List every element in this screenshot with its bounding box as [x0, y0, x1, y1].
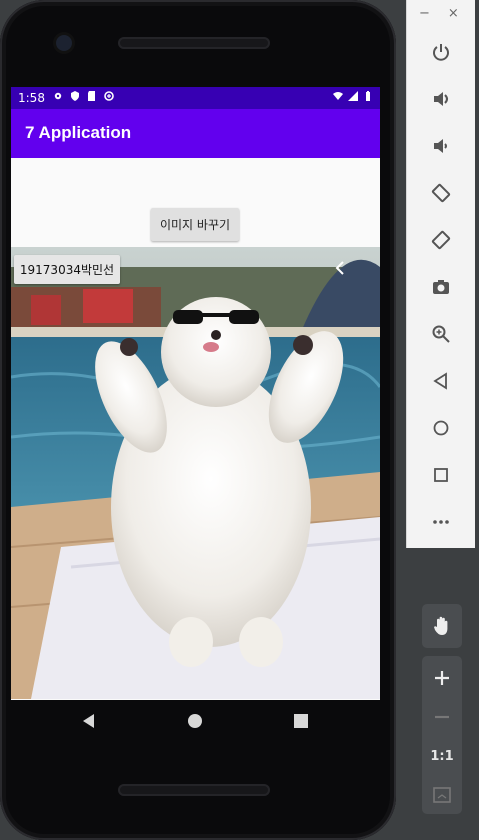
more-icon[interactable] — [427, 508, 455, 536]
minimize-icon[interactable]: − — [419, 6, 430, 21]
hand-icon[interactable] — [422, 606, 462, 646]
fit-screen-icon[interactable] — [422, 775, 462, 815]
zoom-icon[interactable] — [427, 320, 455, 348]
rotate-left-icon[interactable] — [427, 179, 455, 207]
front-camera — [56, 35, 72, 51]
zoom-out-icon[interactable] — [422, 697, 462, 737]
home-nav-icon[interactable] — [186, 712, 204, 730]
battery-icon — [366, 91, 370, 101]
chevron-left-icon — [335, 261, 344, 275]
signal-icon — [348, 91, 358, 101]
wifi-icon — [333, 92, 343, 100]
overview-nav-icon[interactable] — [292, 712, 310, 730]
close-icon[interactable]: × — [448, 6, 459, 21]
back-icon[interactable] — [427, 367, 455, 395]
camera-icon[interactable] — [427, 273, 455, 301]
data-saver-icon — [104, 91, 114, 101]
overview-icon[interactable] — [427, 461, 455, 489]
status-bar: 1:58 — [11, 87, 380, 109]
sd-card-icon — [88, 91, 95, 101]
power-icon[interactable] — [427, 38, 455, 66]
change-image-button[interactable]: 이미지 바꾸기 — [151, 208, 239, 241]
emulator-toolbar: − × — [406, 0, 475, 548]
navigation-bar — [11, 700, 380, 744]
dog-photo — [11, 247, 380, 699]
back-nav-icon[interactable] — [80, 712, 98, 730]
app-bar: 7 Application — [11, 109, 380, 158]
status-time: 1:58 — [18, 91, 45, 105]
volume-up-icon[interactable] — [427, 85, 455, 113]
home-icon[interactable] — [427, 414, 455, 442]
bottom-speaker — [118, 784, 270, 796]
zoom-ratio[interactable]: 1:1 — [422, 736, 462, 776]
shield-icon — [71, 91, 79, 101]
settings-icon — [54, 92, 62, 100]
rotate-right-icon[interactable] — [427, 226, 455, 254]
zoom-in-icon[interactable] — [422, 658, 462, 698]
app-title: 7 Application — [25, 123, 132, 142]
volume-down-icon[interactable] — [427, 132, 455, 160]
device-screen: 1:58 7 Application 이미지 바꾸기 19173034박민선 — [11, 87, 380, 700]
top-speaker — [118, 37, 270, 49]
student-name-button[interactable]: 19173034박민선 — [14, 255, 120, 284]
emulator-device: 1:58 7 Application 이미지 바꾸기 19173034박민선 — [0, 0, 396, 840]
